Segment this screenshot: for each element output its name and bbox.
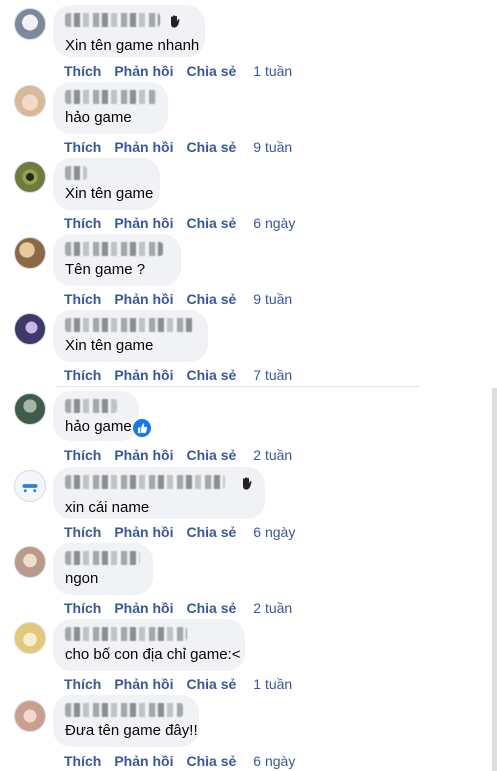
commenter-name[interactable] — [65, 399, 117, 413]
comment-text: Xin tên game nhanh — [65, 37, 200, 54]
comment-actions: Thích Phản hồi Chia sẻ 6 ngày — [64, 214, 308, 232]
like-button[interactable]: Thích — [64, 139, 101, 155]
avatar[interactable] — [14, 313, 46, 345]
comment-text: xin cái name — [65, 499, 150, 516]
comment-bubble: Xin tên game nhanh — [53, 5, 205, 57]
comment-bubble: hảo game — [53, 82, 168, 134]
commenter-name[interactable] — [65, 551, 140, 565]
comment-text: Đưa tên game đây!! — [65, 722, 198, 739]
avatar[interactable] — [14, 546, 46, 578]
comment-actions: Thích Phản hồi Chia sẻ 2 tuần — [64, 446, 305, 464]
avatar[interactable] — [14, 622, 46, 654]
avatar[interactable] — [14, 237, 46, 269]
comment-text: Tên game ? — [65, 261, 146, 278]
comment-bubble: hảo game — [53, 391, 139, 441]
comment-text: Xin tên game — [65, 185, 154, 202]
commenter-name[interactable] — [65, 703, 183, 717]
timestamp[interactable]: 6 ngày — [253, 753, 295, 769]
timestamp[interactable]: 9 tuần — [253, 291, 292, 307]
share-button[interactable]: Chia sẻ — [186, 291, 236, 307]
like-button[interactable]: Thích — [64, 676, 101, 692]
reply-button[interactable]: Phản hồi — [114, 447, 173, 463]
comment-text: ngon — [65, 570, 99, 587]
share-button[interactable]: Chia sẻ — [186, 447, 236, 463]
timestamp[interactable]: 9 tuần — [253, 139, 292, 155]
timestamp[interactable]: 2 tuần — [253, 600, 292, 616]
reply-button[interactable]: Phản hồi — [114, 524, 173, 540]
timestamp[interactable]: 2 tuần — [253, 447, 292, 463]
timestamp[interactable]: 1 tuần — [253, 63, 292, 79]
like-button[interactable]: Thích — [64, 63, 101, 79]
avatar[interactable] — [14, 8, 46, 40]
reply-button[interactable]: Phản hồi — [114, 367, 173, 383]
comment-text: hảo game — [65, 418, 132, 435]
share-button[interactable]: Chia sẻ — [186, 676, 236, 692]
comment-bubble: Đưa tên game đây!! — [53, 695, 199, 747]
comment-actions: Thích Phản hồi Chia sẻ 1 tuần — [64, 675, 305, 693]
comment-text: Xin tên game — [65, 337, 154, 354]
comment-actions: Thích Phản hồi Chia sẻ 2 tuần — [64, 599, 305, 617]
like-button[interactable]: Thích — [64, 367, 101, 383]
comment-actions: Thích Phản hồi Chia sẻ 7 tuần — [64, 366, 305, 384]
reply-button[interactable]: Phản hồi — [114, 63, 173, 79]
waving-hand-icon — [171, 15, 180, 28]
comment-bubble: Xin tên game — [53, 158, 160, 210]
commenter-name[interactable] — [65, 242, 163, 256]
like-button[interactable]: Thích — [64, 291, 101, 307]
share-button[interactable]: Chia sẻ — [186, 367, 236, 383]
reply-button[interactable]: Phản hồi — [114, 215, 173, 231]
reply-button[interactable]: Phản hồi — [114, 600, 173, 616]
timestamp[interactable]: 6 ngày — [253, 524, 295, 540]
comment-text: hảo game — [65, 109, 132, 126]
comment-actions: Thích Phản hồi Chia sẻ 6 ngày — [64, 523, 308, 541]
share-button[interactable]: Chia sẻ — [186, 139, 236, 155]
timestamp[interactable]: 6 ngày — [253, 215, 295, 231]
like-button[interactable]: Thích — [64, 753, 101, 769]
share-button[interactable]: Chia sẻ — [186, 63, 236, 79]
share-button[interactable]: Chia sẻ — [186, 753, 236, 769]
share-button[interactable]: Chia sẻ — [186, 524, 236, 540]
comment-bubble: Xin tên game — [53, 310, 208, 362]
commenter-name[interactable] — [65, 627, 187, 641]
avatar[interactable] — [14, 470, 46, 502]
section-divider — [55, 386, 420, 387]
scrollbar[interactable] — [492, 388, 497, 771]
avatar[interactable] — [14, 85, 46, 117]
share-button[interactable]: Chia sẻ — [186, 215, 236, 231]
reply-button[interactable]: Phản hồi — [114, 291, 173, 307]
comment-bubble: Tên game ? — [53, 234, 181, 286]
avatar[interactable] — [14, 393, 46, 425]
like-button[interactable]: Thích — [64, 215, 101, 231]
commenter-name[interactable] — [65, 13, 160, 27]
like-reaction-badge[interactable] — [131, 417, 153, 439]
comment-actions: Thích Phản hồi Chia sẻ 1 tuần — [64, 62, 305, 80]
timestamp[interactable]: 7 tuần — [253, 367, 292, 383]
timestamp[interactable]: 1 tuần — [253, 676, 292, 692]
comment-actions: Thích Phản hồi Chia sẻ 6 ngày — [64, 752, 308, 770]
avatar[interactable] — [14, 161, 46, 193]
thumbs-up-icon — [138, 423, 148, 434]
commenter-name[interactable] — [65, 318, 195, 332]
reply-button[interactable]: Phản hồi — [114, 139, 173, 155]
like-button[interactable]: Thích — [64, 600, 101, 616]
reply-button[interactable]: Phản hồi — [114, 676, 173, 692]
avatar-logo-icon — [22, 484, 38, 493]
comment-actions: Thích Phản hồi Chia sẻ 9 tuần — [64, 290, 305, 308]
comment-bubble: xin cái name — [53, 467, 265, 519]
commenter-name[interactable] — [65, 90, 157, 104]
like-button[interactable]: Thích — [64, 524, 101, 540]
avatar[interactable] — [14, 700, 46, 732]
comment-text: cho bố con địa chỉ game:< — [65, 646, 241, 663]
reply-button[interactable]: Phản hồi — [114, 753, 173, 769]
like-button[interactable]: Thích — [64, 447, 101, 463]
share-button[interactable]: Chia sẻ — [186, 600, 236, 616]
comment-bubble: cho bố con địa chỉ game:< — [53, 619, 245, 671]
waving-hand-icon — [243, 477, 252, 490]
comment-bubble: ngon — [53, 543, 153, 595]
commenter-name[interactable] — [65, 475, 225, 489]
commenter-name[interactable] — [65, 166, 87, 180]
comment-actions: Thích Phản hồi Chia sẻ 9 tuần — [64, 138, 305, 156]
